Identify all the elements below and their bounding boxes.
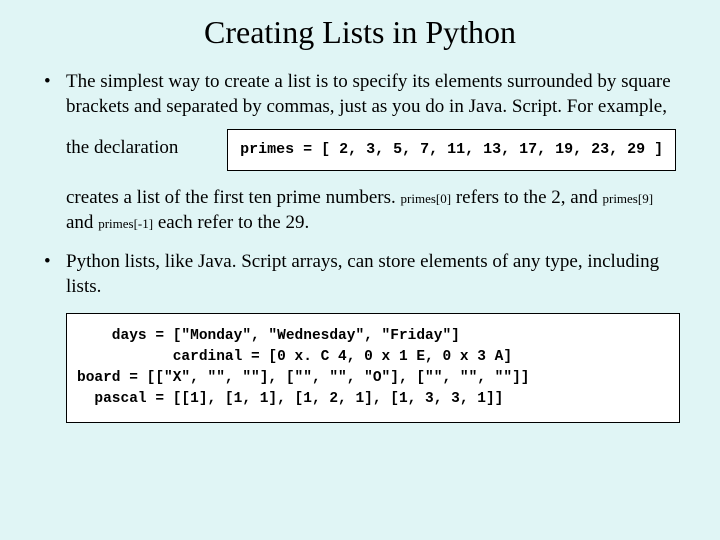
inline-code-primes9: primes[9] bbox=[602, 191, 653, 206]
slide-title: Creating Lists in Python bbox=[40, 14, 680, 51]
bullet-item-1: The simplest way to create a list is to … bbox=[40, 69, 680, 235]
follow-a: creates a list of the first ten prime nu… bbox=[66, 187, 401, 208]
follow-b: refers to the 2, and bbox=[451, 187, 602, 208]
code-box-examples: days = ["Monday", "Wednesday", "Friday"]… bbox=[66, 313, 680, 423]
bullet-list: The simplest way to create a list is to … bbox=[40, 69, 680, 299]
bullet-item-2: Python lists, like Java. Script arrays, … bbox=[40, 249, 680, 299]
follow-c: and bbox=[66, 212, 98, 233]
code-line-days: days = ["Monday", "Wednesday", "Friday"] bbox=[77, 328, 460, 344]
follow-d: each refer to the 29. bbox=[153, 212, 309, 233]
code-box-primes: primes = [ 2, 3, 5, 7, 11, 13, 17, 19, 2… bbox=[227, 129, 676, 171]
code-line-board: board = [["X", "", ""], ["", "", "O"], [… bbox=[77, 370, 529, 386]
bullet-text-2: Python lists, like Java. Script arrays, … bbox=[66, 251, 659, 297]
follow-text: creates a list of the first ten prime nu… bbox=[66, 185, 680, 235]
inline-code-primes0: primes[0] bbox=[401, 191, 452, 206]
inline-code-primesneg1: primes[-1] bbox=[98, 216, 153, 231]
slide: Creating Lists in Python The simplest wa… bbox=[0, 0, 720, 457]
code-line-cardinal: cardinal = [0 x. C 4, 0 x 1 E, 0 x 3 A] bbox=[77, 349, 512, 365]
code-line-pascal: pascal = [[1], [1, 1], [1, 2, 1], [1, 3,… bbox=[77, 391, 503, 407]
